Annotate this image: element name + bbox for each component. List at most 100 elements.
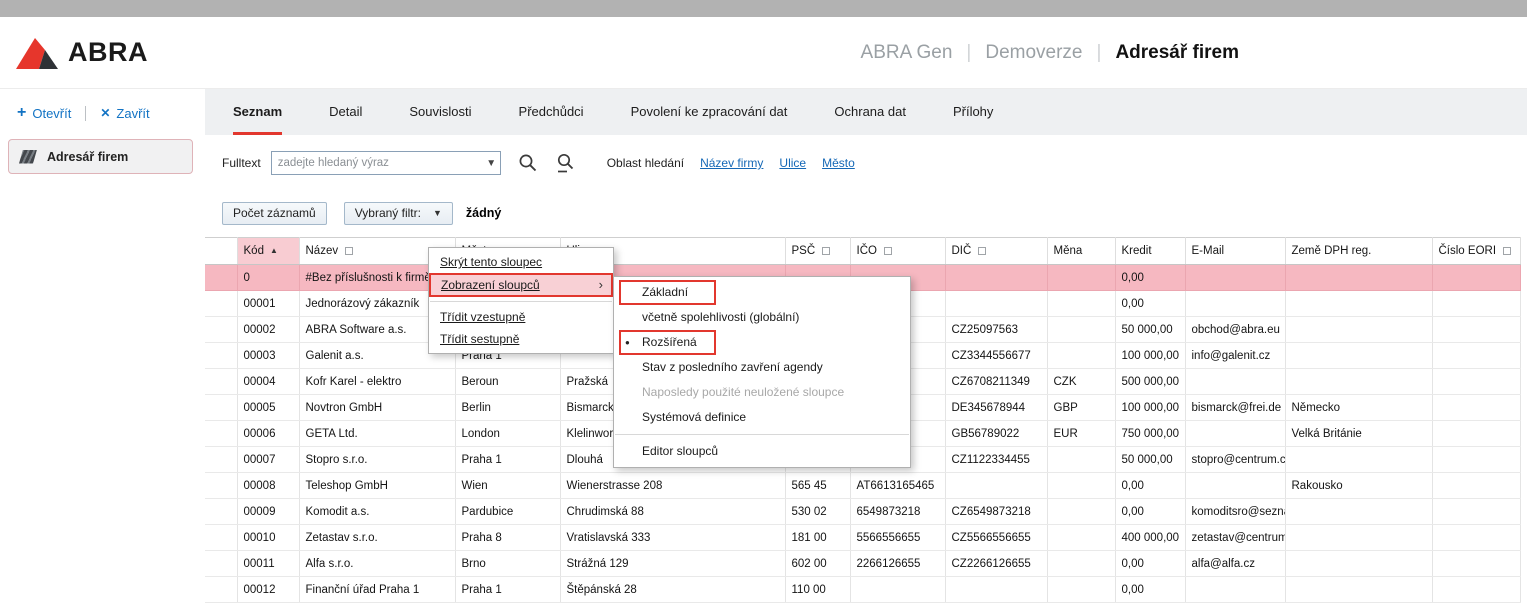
cell-cislo-eori[interactable] <box>1432 369 1520 395</box>
cell-zeme-dph-reg[interactable] <box>1285 447 1432 473</box>
cell-e-mail[interactable]: komoditsro@sezna <box>1185 499 1285 525</box>
cell-cislo-eori[interactable] <box>1432 473 1520 499</box>
cell-cislo-eori[interactable] <box>1432 317 1520 343</box>
cell-zeme-dph-reg[interactable]: Velká Británie <box>1285 421 1432 447</box>
cell-zeme-dph-reg[interactable] <box>1285 369 1432 395</box>
cell-mesto[interactable]: Praha 8 <box>455 525 560 551</box>
cell-mena[interactable] <box>1047 499 1115 525</box>
close-button[interactable]: ✕ Zavřít <box>100 106 149 121</box>
tab-prilohy[interactable]: Přílohy <box>953 89 993 135</box>
cell-kod[interactable]: 00011 <box>237 551 299 577</box>
cell-cislo-eori[interactable] <box>1432 343 1520 369</box>
cell-nazev[interactable]: Stopro s.r.o. <box>299 447 455 473</box>
cell-zeme-dph-reg[interactable] <box>1285 551 1432 577</box>
cell-dic[interactable]: GB56789022 <box>945 421 1047 447</box>
cell-kod[interactable]: 00005 <box>237 395 299 421</box>
tab-detail[interactable]: Detail <box>329 89 362 135</box>
cell-kod[interactable]: 00002 <box>237 317 299 343</box>
menu-item-vcetne-spolehlivosti-globalni[interactable]: včetně spolehlivosti (globální) <box>614 305 910 330</box>
menu-item-zakladni[interactable]: Základní <box>614 280 910 305</box>
cell-kod[interactable]: 00004 <box>237 369 299 395</box>
cell-dic[interactable] <box>945 291 1047 317</box>
cell-ico[interactable]: 6549873218 <box>850 499 945 525</box>
table-row[interactable]: 00012Finanční úřad Praha 1Praha 1Štěpáns… <box>205 577 1520 603</box>
cell-nazev[interactable]: Zetastav s.r.o. <box>299 525 455 551</box>
cell-dic[interactable]: CZ5566556655 <box>945 525 1047 551</box>
column-header-cislo-eori[interactable]: Číslo EORI <box>1432 238 1520 265</box>
open-button[interactable]: + Otevřít <box>17 105 71 121</box>
cell-ulice[interactable]: Strážná 129 <box>560 551 785 577</box>
tab-povoleni-ke-zpracovani-dat[interactable]: Povolení ke zpracování dat <box>631 89 788 135</box>
cell-mesto[interactable]: Wien <box>455 473 560 499</box>
cell-e-mail[interactable]: stopro@centrum.cz <box>1185 447 1285 473</box>
cell-zeme-dph-reg[interactable] <box>1285 317 1432 343</box>
cell-kredit[interactable]: 0,00 <box>1115 265 1185 291</box>
cell-zeme-dph-reg[interactable] <box>1285 291 1432 317</box>
cell-dic[interactable] <box>945 265 1047 291</box>
cell-mena[interactable] <box>1047 265 1115 291</box>
cell-kod[interactable]: 00007 <box>237 447 299 473</box>
cell-cislo-eori[interactable] <box>1432 525 1520 551</box>
cell-ico[interactable]: 5566556655 <box>850 525 945 551</box>
cell-mena[interactable] <box>1047 551 1115 577</box>
cell-kod[interactable]: 00010 <box>237 525 299 551</box>
cell-kod[interactable]: 0 <box>237 265 299 291</box>
column-header-zeme-dph-reg[interactable]: Země DPH reg. <box>1285 238 1432 265</box>
cell-nazev[interactable]: Alfa s.r.o. <box>299 551 455 577</box>
cell-mena[interactable] <box>1047 473 1115 499</box>
cell-kredit[interactable]: 0,00 <box>1115 499 1185 525</box>
cell-dic[interactable]: CZ2266126655 <box>945 551 1047 577</box>
column-header-kod[interactable]: Kód▲ <box>237 238 299 265</box>
cell-cislo-eori[interactable] <box>1432 265 1520 291</box>
cell-nazev[interactable]: Novtron GmbH <box>299 395 455 421</box>
cell-mesto[interactable]: Berlin <box>455 395 560 421</box>
cell-dic[interactable]: DE345678944 <box>945 395 1047 421</box>
cell-mesto[interactable]: Brno <box>455 551 560 577</box>
column-header-psc[interactable]: PSČ <box>785 238 850 265</box>
menu-item-rozsirena[interactable]: Rozšířená● <box>614 330 910 355</box>
cell-e-mail[interactable]: obchod@abra.eu <box>1185 317 1285 343</box>
cell-zeme-dph-reg[interactable] <box>1285 499 1432 525</box>
table-row[interactable]: 00010Zetastav s.r.o.Praha 8Vratislavská … <box>205 525 1520 551</box>
scope-link-nazev-firmy[interactable]: Název firmy <box>700 156 763 170</box>
cell-kredit[interactable]: 100 000,00 <box>1115 395 1185 421</box>
combo-dropdown-icon[interactable]: ▼ <box>483 158 500 169</box>
column-header-e-mail[interactable]: E-Mail <box>1185 238 1285 265</box>
cell-dic[interactable]: CZ6549873218 <box>945 499 1047 525</box>
column-header-kredit[interactable]: Kredit <box>1115 238 1185 265</box>
cell-cislo-eori[interactable] <box>1432 499 1520 525</box>
cell-zeme-dph-reg[interactable]: Německo <box>1285 395 1432 421</box>
cell-dic[interactable]: CZ6708211349 <box>945 369 1047 395</box>
cell-kod[interactable]: 00012 <box>237 577 299 603</box>
cell-ico[interactable]: 2266126655 <box>850 551 945 577</box>
cell-mena[interactable] <box>1047 577 1115 603</box>
cell-zeme-dph-reg[interactable]: Rakousko <box>1285 473 1432 499</box>
cell-mena[interactable]: GBP <box>1047 395 1115 421</box>
cell-mena[interactable] <box>1047 525 1115 551</box>
cell-zeme-dph-reg[interactable] <box>1285 343 1432 369</box>
search-icon[interactable] <box>517 152 539 174</box>
cell-kredit[interactable]: 0,00 <box>1115 551 1185 577</box>
cell-cislo-eori[interactable] <box>1432 577 1520 603</box>
fulltext-input[interactable] <box>272 157 483 169</box>
cell-kredit[interactable]: 100 000,00 <box>1115 343 1185 369</box>
cell-kredit[interactable]: 50 000,00 <box>1115 447 1185 473</box>
cell-mena[interactable] <box>1047 447 1115 473</box>
cell-mesto[interactable]: Praha 1 <box>455 577 560 603</box>
cell-mena[interactable] <box>1047 343 1115 369</box>
cell-e-mail[interactable] <box>1185 421 1285 447</box>
cell-kod[interactable]: 00006 <box>237 421 299 447</box>
cell-psc[interactable]: 110 00 <box>785 577 850 603</box>
cell-nazev[interactable]: Finanční úřad Praha 1 <box>299 577 455 603</box>
menu-item-systemova-definice[interactable]: Systémová definice <box>614 405 910 430</box>
cell-mesto[interactable]: Beroun <box>455 369 560 395</box>
cell-e-mail[interactable]: zetastav@centrum <box>1185 525 1285 551</box>
cell-kod[interactable]: 00003 <box>237 343 299 369</box>
record-count-button[interactable]: Počet záznamů <box>222 202 327 225</box>
tab-ochrana-dat[interactable]: Ochrana dat <box>834 89 906 135</box>
cell-ico[interactable]: AT6613165465 <box>850 473 945 499</box>
cell-kredit[interactable]: 0,00 <box>1115 577 1185 603</box>
cell-e-mail[interactable] <box>1185 369 1285 395</box>
scope-link-mesto[interactable]: Město <box>822 156 855 170</box>
cell-e-mail[interactable] <box>1185 577 1285 603</box>
